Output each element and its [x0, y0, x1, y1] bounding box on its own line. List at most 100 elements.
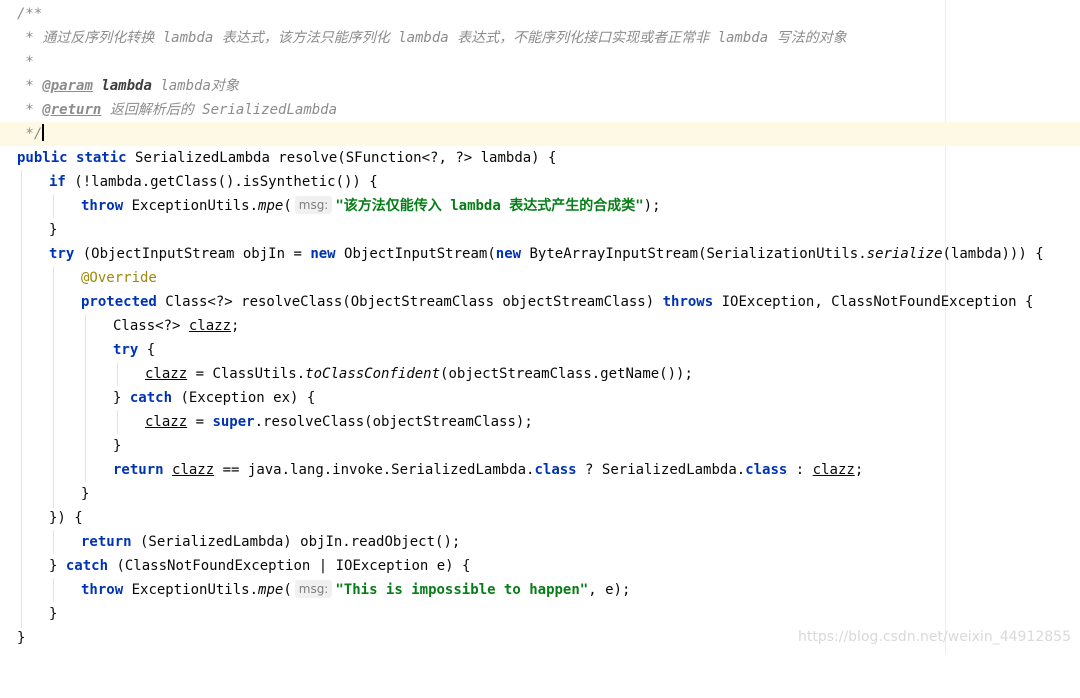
keyword: new: [310, 246, 336, 262]
comment-open: /**: [17, 6, 43, 22]
keyword: try: [113, 342, 139, 358]
code-line[interactable]: } catch (Exception ex) {: [0, 386, 1080, 410]
code-text: }: [49, 558, 66, 574]
keyword: protected: [81, 294, 157, 310]
code-text: }: [49, 222, 58, 238]
code-text: ByteArrayInputStream(SerializationUtils.: [521, 246, 867, 262]
text-caret: [42, 124, 44, 141]
code-text: (SerializedLambda) objIn.readObject();: [131, 534, 461, 550]
code-line[interactable]: Class<?> clazz;: [0, 314, 1080, 338]
method-call: serialize: [866, 246, 943, 262]
string-literal: "This is impossible to happen": [335, 582, 589, 598]
code-line[interactable]: if (!lambda.getClass().isSynthetic()) {: [0, 170, 1080, 194]
code-text: ? SerializedLambda.: [576, 462, 746, 478]
code-line[interactable]: clazz = ClassUtils.toClassConfident(obje…: [0, 362, 1080, 386]
code-line[interactable]: throw ExceptionUtils.mpe(msg: "该方法仅能传入 la…: [0, 194, 1080, 218]
code-line[interactable]: protected Class<?> resolveClass(ObjectSt…: [0, 290, 1080, 314]
code-text: }: [113, 438, 122, 454]
return-description: 返回解析后的 SerializedLambda: [109, 102, 338, 118]
watermark-text: https://blog.csdn.net/weixin_44912855: [797, 629, 1071, 645]
code-line[interactable]: @Override: [0, 266, 1080, 290]
code-line[interactable]: throw ExceptionUtils.mpe(msg: "This is im…: [0, 578, 1080, 602]
code-text: ;: [231, 318, 240, 334]
code-line[interactable]: }: [0, 482, 1080, 506]
code-line[interactable]: * @param lambda lambda对象: [0, 74, 1080, 98]
method-call: mpe: [258, 582, 284, 598]
keyword: super: [212, 414, 255, 430]
keyword: try: [49, 246, 75, 262]
code-text: (!lambda.getClass().isSynthetic()) {: [65, 174, 378, 190]
parameter-hint: msg:: [294, 580, 333, 598]
code-text: (lambda))) {: [942, 246, 1044, 262]
code-line[interactable]: * @return 返回解析后的 SerializedLambda: [0, 98, 1080, 122]
keyword: catch: [129, 390, 173, 406]
code-editor[interactable]: /** * 通过反序列化转换 lambda 表达式，该方法只能序列化 lambd…: [0, 0, 1080, 654]
keyword: throw: [81, 198, 124, 214]
code-text: =: [187, 414, 213, 430]
variable: clazz: [145, 414, 188, 430]
keyword: return: [113, 462, 164, 478]
annotation: @Override: [81, 270, 157, 286]
comment-star: *: [17, 54, 34, 70]
method-call: mpe: [258, 198, 284, 214]
keyword: return: [81, 534, 132, 550]
keyword: throw: [81, 582, 124, 598]
code-line[interactable]: return (SerializedLambda) objIn.readObje…: [0, 530, 1080, 554]
comment-return-line: * @return 返回解析后的 SerializedLambda: [17, 102, 338, 118]
code-line[interactable]: try (ObjectInputStream objIn = new Objec…: [0, 242, 1080, 266]
code-text: Class<?>: [113, 318, 189, 334]
keyword: throws: [662, 294, 714, 310]
code-text: (Exception ex) {: [172, 390, 316, 406]
code-line[interactable]: }: [0, 434, 1080, 458]
comment-description: * 通过反序列化转换 lambda 表达式，该方法只能序列化 lambda 表达…: [17, 30, 847, 46]
variable: clazz: [172, 462, 215, 478]
variable: clazz: [812, 462, 855, 478]
keyword: new: [495, 246, 522, 262]
return-tag: @return: [42, 102, 102, 118]
code-text: }: [49, 606, 58, 622]
code-text: (ObjectInputStream objIn =: [74, 246, 311, 262]
code-text: .resolveClass(objectStreamClass);: [254, 414, 533, 430]
code-text: }: [17, 630, 26, 646]
code-text: }: [81, 486, 90, 502]
string-literal: "该方法仅能传入 lambda 表达式产生的合成类": [335, 198, 644, 214]
code-text: ExceptionUtils.: [123, 198, 259, 214]
comment-param-line: * @param lambda lambda对象: [17, 78, 239, 94]
param-tag: @param: [42, 78, 93, 94]
code-text: );: [643, 198, 661, 214]
code-text: IOException, ClassNotFoundException {: [713, 294, 1034, 310]
code-text: :: [787, 462, 813, 478]
method-signature: SerializedLambda resolve(SFunction<?, ?>…: [126, 150, 557, 166]
code-line[interactable]: }) {: [0, 506, 1080, 530]
code-line[interactable]: } catch (ClassNotFoundException | IOExce…: [0, 554, 1080, 578]
keyword: public: [17, 150, 68, 166]
code-text: ObjectInputStream(: [335, 246, 496, 262]
code-text: (objectStreamClass.getName());: [440, 366, 693, 382]
code-line[interactable]: return clazz == java.lang.invoke.Seriali…: [0, 458, 1080, 482]
variable: clazz: [145, 366, 188, 382]
code-text: Class<?> resolveClass(ObjectStreamClass …: [156, 294, 663, 310]
current-line[interactable]: */: [0, 122, 1080, 146]
code-text: == java.lang.invoke.SerializedLambda.: [214, 462, 535, 478]
code-line[interactable]: /**: [0, 2, 1080, 26]
code-text: ;: [854, 462, 864, 478]
code-text: = ClassUtils.: [187, 366, 306, 382]
code-line[interactable]: *: [0, 50, 1080, 74]
comment-close: */: [17, 126, 43, 142]
code-text: {: [138, 342, 156, 358]
code-line[interactable]: try {: [0, 338, 1080, 362]
comment-close-line: */: [17, 122, 44, 146]
code-line[interactable]: public static SerializedLambda resolve(S…: [0, 146, 1080, 170]
param-description: lambda对象: [160, 78, 239, 94]
code-text: (: [283, 198, 292, 214]
variable: clazz: [188, 318, 232, 334]
code-line[interactable]: clazz = super.resolveClass(objectStreamC…: [0, 410, 1080, 434]
keyword: catch: [65, 558, 109, 574]
code-line[interactable]: }: [0, 218, 1080, 242]
code-line[interactable]: }: [0, 602, 1080, 626]
method-call: toClassConfident: [305, 366, 441, 382]
code-line[interactable]: * 通过反序列化转换 lambda 表达式，该方法只能序列化 lambda 表达…: [0, 26, 1080, 50]
keyword: if: [49, 174, 66, 190]
code-text: (: [283, 582, 292, 598]
